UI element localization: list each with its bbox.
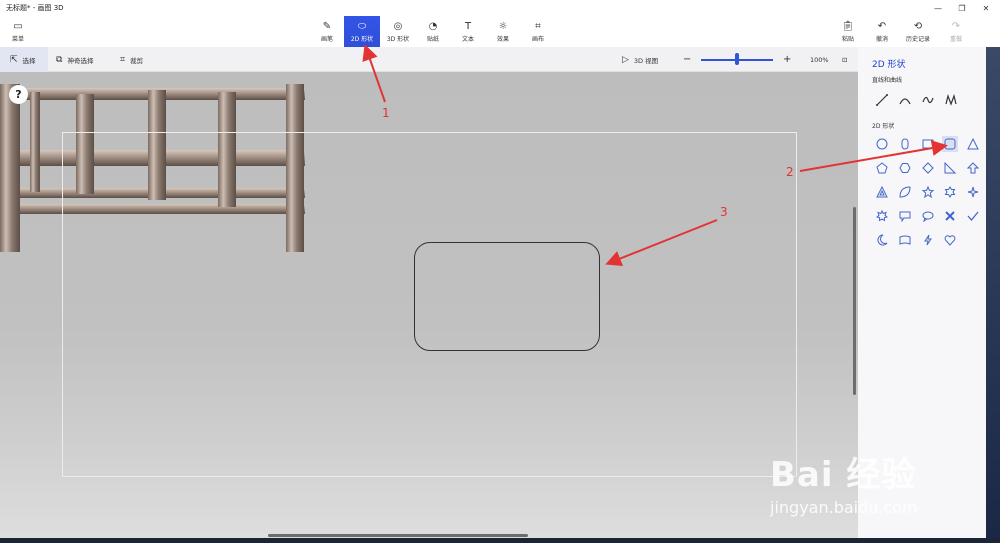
text-icon: T [464,20,472,32]
shapes-2d-icon: ⬭ [357,20,367,32]
arrow-up-shape-icon[interactable] [965,160,981,176]
hexagon-shape-icon[interactable] [897,160,913,176]
tab-brush[interactable]: ✎ 画笔 [312,16,342,47]
capsule-shape-icon[interactable] [897,136,913,152]
crop-icon: ⌗ [120,54,126,65]
open-triangle-shape-icon[interactable] [874,184,890,200]
view-3d-toggle[interactable]: ▷ 3D 视图 [622,47,666,72]
rounded-rectangle-shape[interactable] [414,242,600,351]
checkmark-shape-icon[interactable] [965,208,981,224]
tab-canvas[interactable]: ⌗ 画布 [524,16,552,47]
crop-tool[interactable]: ⌗ 裁剪 [120,47,154,72]
magic-select-icon: ⧉ [56,54,63,65]
tab-text[interactable]: T 文本 [454,16,482,47]
help-button[interactable]: ? [9,85,28,104]
baidu-watermark-url: jingyan.baidu.com [770,498,918,517]
moon-shape-icon[interactable] [874,232,890,248]
lines-section-label: 直线和曲线 [872,77,903,84]
paste-icon: 📋︎ [841,20,855,32]
sticker-icon: ◔ [428,20,438,32]
six-point-star-shape-icon[interactable] [942,184,958,200]
star-shape-icon[interactable] [920,184,936,200]
heart-shape-icon[interactable] [942,232,958,248]
menu-button[interactable]: ▭ 菜单 [4,16,32,47]
minimize-button[interactable]: — [926,0,950,16]
four-point-star-shape-icon[interactable] [965,184,981,200]
tab-effects[interactable]: ☼ 效果 [488,16,518,47]
rounded-rectangle-shape-icon[interactable] [942,136,958,152]
right-triangle-shape-icon[interactable] [942,160,958,176]
select-tool[interactable]: ⇱ 选择 [0,47,48,72]
ribbon: ▭ 菜单 ✎ 画笔 ⬭ 2D 形状 ◎ 3D 形状 ◔ 贴纸 T 文本 ☼ 效果… [0,16,1000,47]
history-icon: ⟲ [913,20,923,32]
zoom-in-button[interactable]: + [783,47,793,72]
polyline-tool-icon[interactable] [943,92,959,108]
speech-bubble-round-icon[interactable] [920,208,936,224]
zoom-slider-thumb[interactable] [735,53,739,65]
shapes-section-label: 2D 形状 [872,123,895,130]
shapes-3d-icon: ◎ [393,20,403,32]
redo-icon: ↷ [951,20,961,32]
baidu-watermark: Bai 经验 [770,455,917,495]
zoom-out-button[interactable]: − [683,47,693,72]
tab-2d-shapes[interactable]: ⬭ 2D 形状 [344,16,380,47]
workspace[interactable]: ? [0,72,858,538]
undo-icon: ↶ [877,20,887,32]
annotation-2: 2 [786,165,794,179]
maximize-button[interactable]: ❐ [950,0,974,16]
leaf-shape-icon[interactable] [897,184,913,200]
window-title: 无标题* - 画图 3D [6,4,64,12]
title-bar: 无标题* - 画图 3D [0,0,1000,16]
triangle-shape-icon[interactable] [965,136,981,152]
folder-icon: ▭ [13,20,23,32]
panel-title: 2D 形状 [872,60,906,70]
brush-icon: ✎ [322,20,332,32]
curve-tool-icon[interactable] [920,92,936,108]
tool-bar: ⇱ 选择 ⧉ 神奇选择 ⌗ 裁剪 ▷ 3D 视图 − + 100% ⊡ [0,47,858,72]
magic-select-tool[interactable]: ⧉ 神奇选择 [56,47,108,72]
desktop-edge [986,47,1000,538]
view-3d-icon: ▷ [622,54,629,65]
vertical-scrollbar[interactable] [853,207,856,395]
diamond-shape-icon[interactable] [920,160,936,176]
line-tool-icon[interactable] [874,92,890,108]
history-button[interactable]: ⟲ 历史记录 [900,16,936,47]
speech-bubble-square-icon[interactable] [897,208,913,224]
square-shape-icon[interactable] [920,136,936,152]
horizontal-scrollbar[interactable] [268,534,528,537]
taskbar-edge [0,538,1000,543]
cross-shape-icon[interactable] [942,208,958,224]
effects-icon: ☼ [498,20,508,32]
annotation-3: 3 [720,205,728,219]
pentagon-shape-icon[interactable] [874,160,890,176]
arc-tool-icon[interactable] [897,92,913,108]
tab-stickers[interactable]: ◔ 贴纸 [418,16,448,47]
close-button[interactable]: ✕ [974,0,998,16]
redo-button[interactable]: ↷ 重做 [942,16,970,47]
zoom-level: 100% [810,55,829,64]
lightning-shape-icon[interactable] [920,232,936,248]
paste-button[interactable]: 📋︎ 粘贴 [834,16,862,47]
undo-button[interactable]: ↶ 撤消 [868,16,896,47]
cursor-icon: ⇱ [10,54,18,65]
zoom-fit-icon[interactable]: ⊡ [842,47,854,72]
tab-3d-shapes[interactable]: ◎ 3D 形状 [382,16,414,47]
banner-shape-icon[interactable] [897,232,913,248]
burst-shape-icon[interactable] [874,208,890,224]
circle-shape-icon[interactable] [874,136,890,152]
annotation-1: 1 [382,106,390,120]
canvas-icon: ⌗ [535,20,541,32]
